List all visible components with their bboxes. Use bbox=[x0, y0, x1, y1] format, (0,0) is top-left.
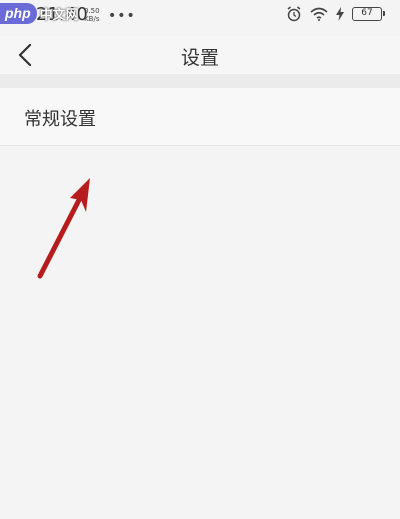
settings-item-general[interactable]: 常规设置 bbox=[0, 88, 400, 146]
battery-level: 67 bbox=[361, 8, 373, 18]
watermark-brand: php bbox=[0, 2, 37, 24]
navigation-bar: 设置 bbox=[0, 36, 400, 74]
network-speed-value: 0.50 bbox=[84, 7, 100, 15]
more-notifications-icon: ••• bbox=[108, 8, 136, 24]
network-speed-unit: KB/s bbox=[84, 15, 100, 23]
watermark-site: 中文网 bbox=[39, 7, 79, 23]
battery-icon: 67 bbox=[352, 7, 385, 21]
network-speed: 0.50 KB/s bbox=[84, 7, 100, 23]
status-icons: 67 bbox=[286, 6, 385, 22]
wifi-icon bbox=[310, 7, 328, 21]
page-title: 设置 bbox=[180, 47, 219, 69]
section-divider bbox=[0, 74, 400, 88]
settings-item-label: 常规设置 bbox=[24, 109, 96, 130]
charging-icon bbox=[336, 7, 344, 21]
annotation-arrow-icon bbox=[37, 178, 90, 279]
status-bar: 21:40 0.50 KB/s ••• 67 php 中文网 bbox=[0, 0, 400, 36]
watermark-logo: php 中文网 bbox=[0, 0, 79, 26]
alarm-icon bbox=[287, 6, 301, 22]
